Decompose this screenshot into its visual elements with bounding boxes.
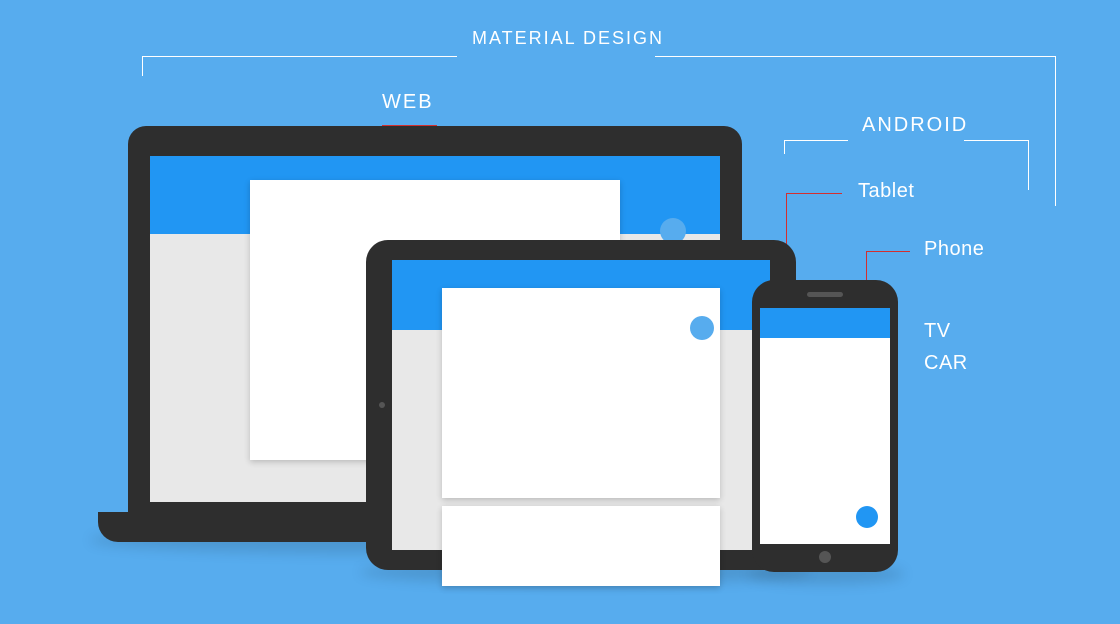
bracket-line	[142, 56, 457, 57]
content-card	[442, 506, 720, 586]
bracket-line	[1028, 140, 1029, 190]
camera-icon	[379, 402, 385, 408]
home-button-icon	[819, 551, 831, 563]
phone-frame	[752, 280, 898, 572]
bracket-line	[784, 140, 785, 154]
phone-device	[752, 280, 898, 572]
fab-icon	[690, 316, 714, 340]
app-bar	[760, 308, 890, 338]
fab-icon	[856, 506, 878, 528]
bracket-line	[964, 140, 1028, 141]
leader-line	[786, 193, 842, 194]
bracket-line	[655, 56, 1055, 57]
device-phone-label: Phone	[924, 238, 984, 261]
leader-line	[866, 251, 910, 252]
tablet-screen	[392, 260, 770, 550]
bracket-line	[1055, 56, 1056, 206]
device-tv-label: TV	[924, 320, 951, 343]
category-web-label: WEB	[382, 91, 434, 114]
content-card	[442, 288, 720, 498]
phone-screen	[760, 308, 890, 544]
bracket-line	[784, 140, 848, 141]
device-tablet-label: Tablet	[858, 180, 914, 203]
tablet-device	[366, 240, 796, 570]
tablet-frame	[366, 240, 796, 570]
speaker-icon	[807, 292, 843, 297]
bracket-line	[142, 56, 143, 76]
category-android-label: ANDROID	[862, 114, 968, 137]
app-body	[392, 330, 770, 550]
device-car-label: CAR	[924, 352, 968, 375]
diagram-title: MATERIAL DESIGN	[472, 28, 664, 49]
